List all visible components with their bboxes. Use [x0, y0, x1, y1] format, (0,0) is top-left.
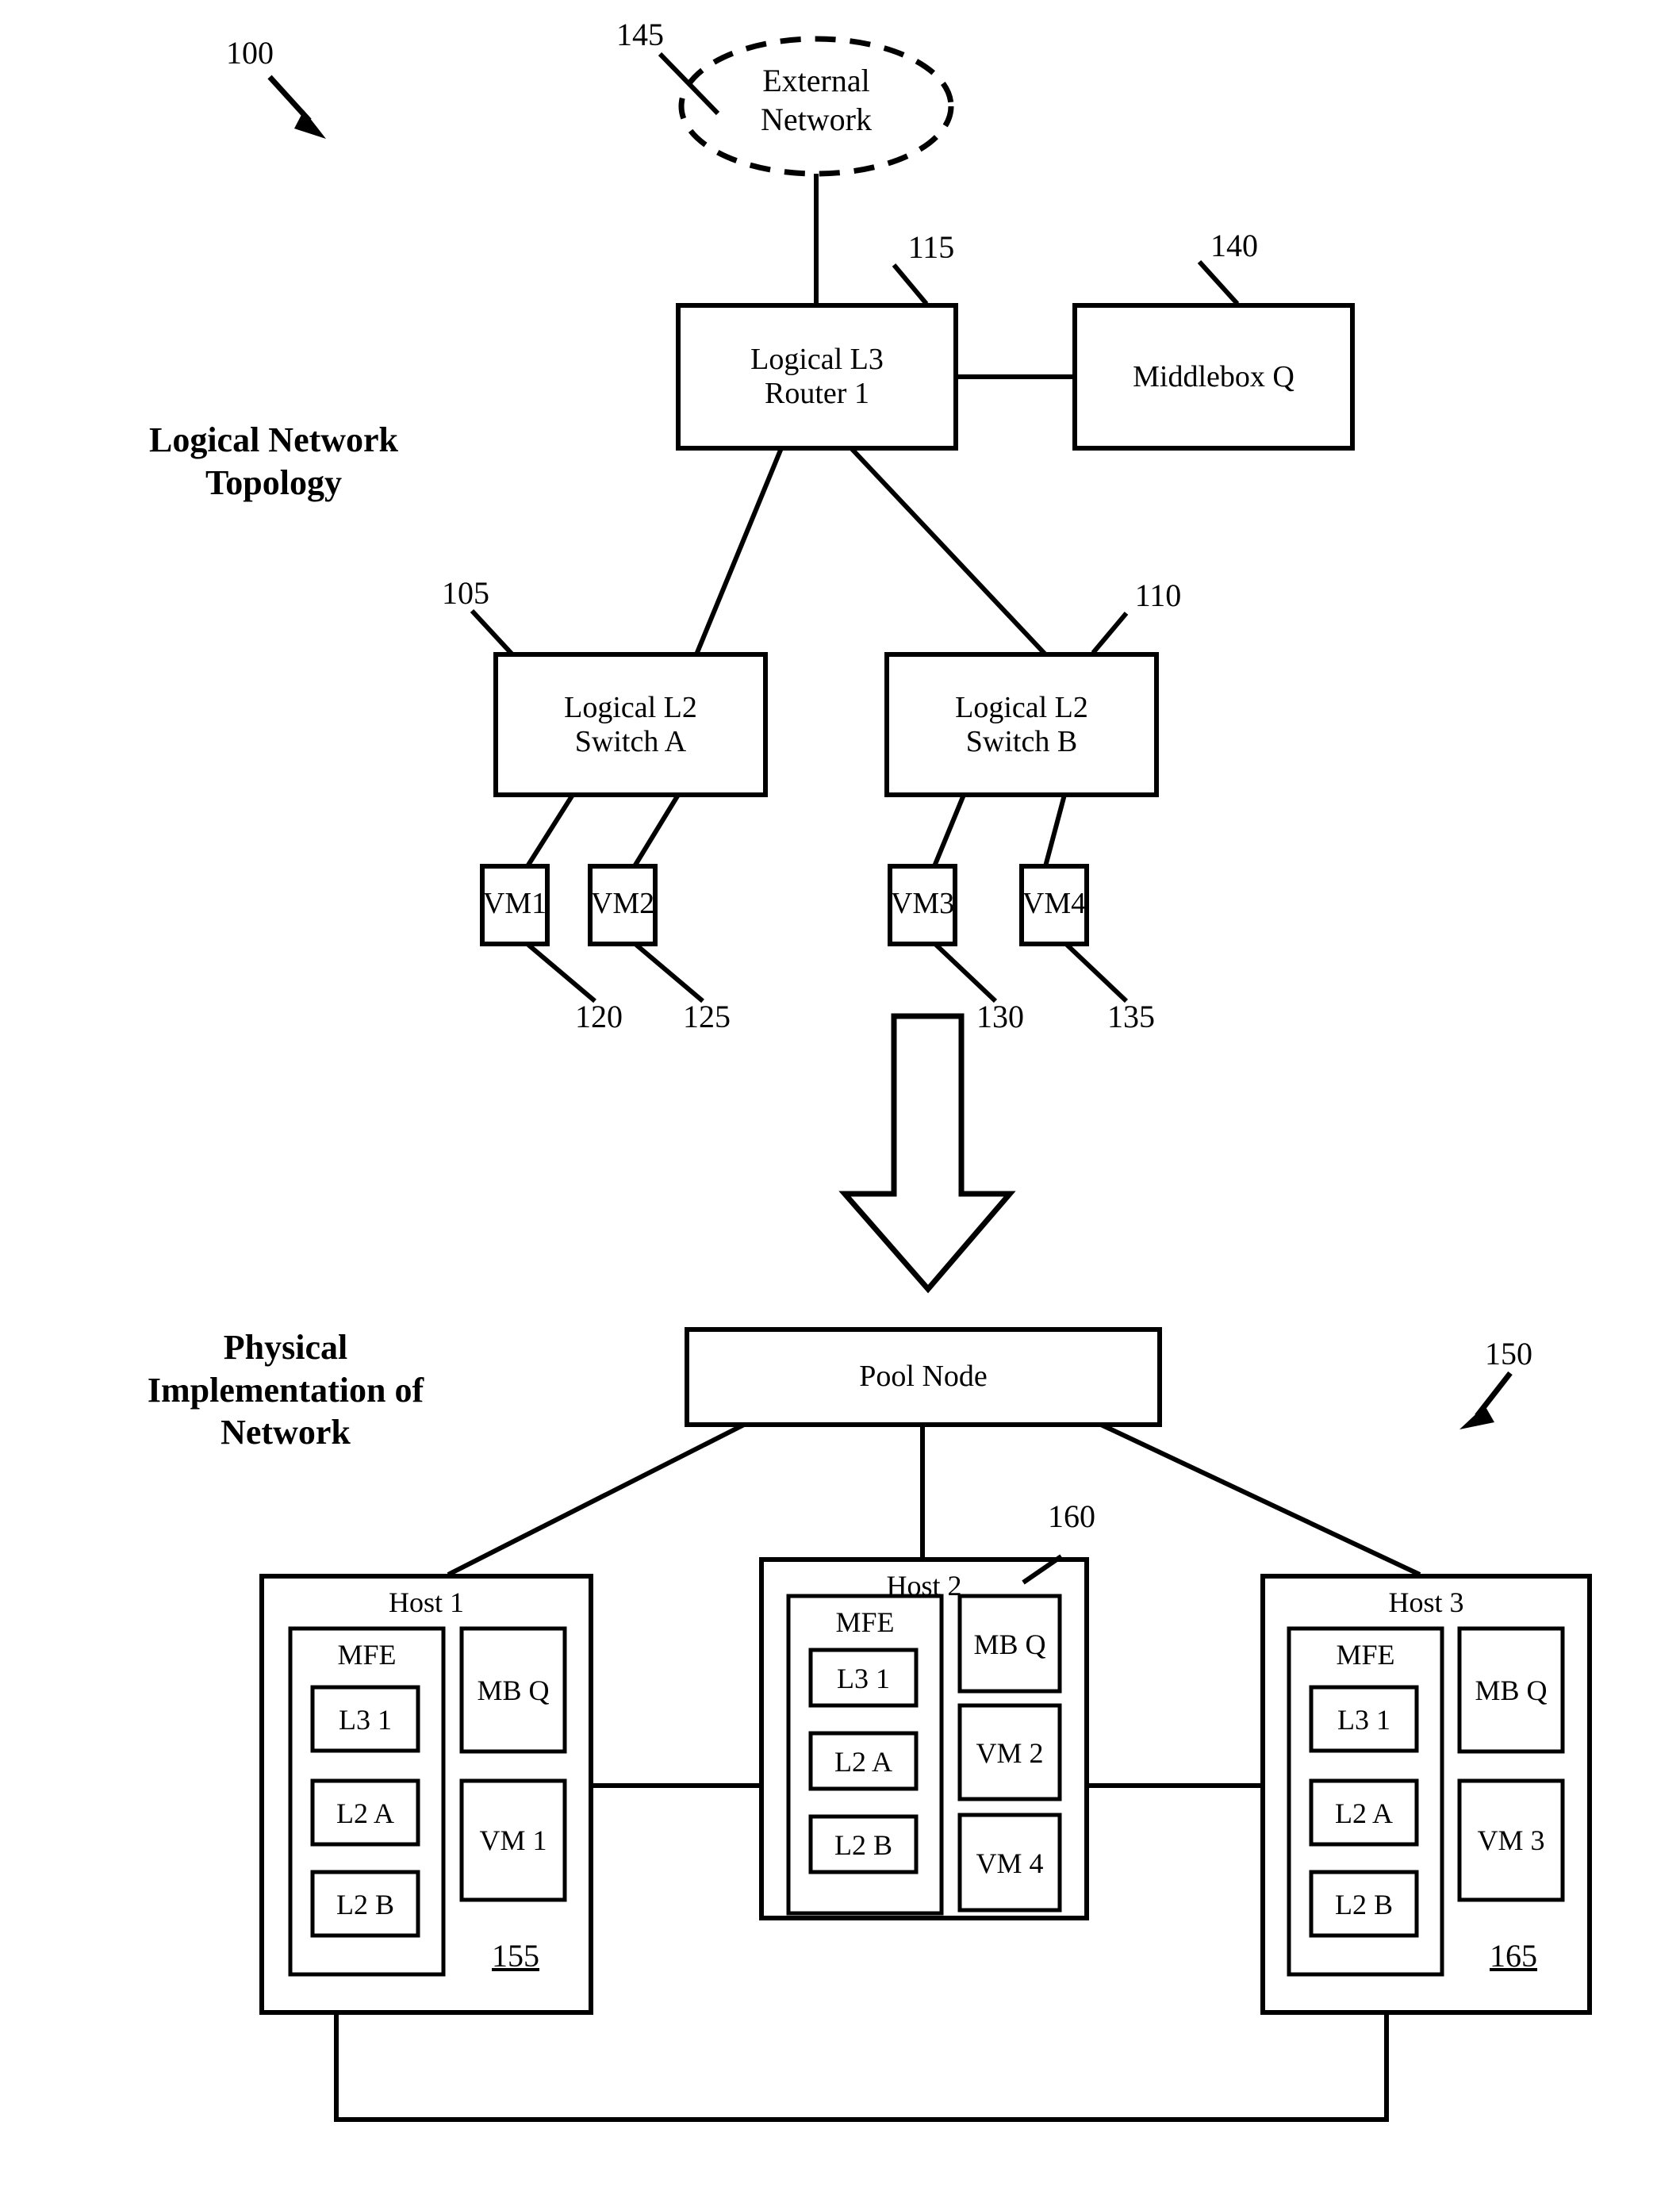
section-heading-physical: Physical Implementation of Network	[147, 1328, 424, 1452]
ref-115-leader	[892, 263, 929, 305]
host-2-mfe-element-label-l2-b: L2 B	[834, 1829, 892, 1861]
ref-140-label: 140	[1210, 228, 1258, 263]
diagram-canvas	[259, 36, 1592, 2122]
logical-l3-router-label: Logical L3 Router 1	[750, 343, 884, 410]
ref-145-label: 145	[616, 17, 664, 52]
middlebox-q-label: Middlebox Q	[1133, 360, 1295, 393]
host-2-mfe-element-label-l3-1: L3 1	[837, 1663, 890, 1694]
ref-125-label: 125	[683, 999, 731, 1034]
host-2-mfe-element-label-l2-a: L2 A	[834, 1746, 892, 1778]
host-3-mfe-element-label-l3-1: L3 1	[1337, 1704, 1390, 1736]
ref-100-label: 100	[226, 35, 274, 71]
host-3-mfe-element-label-l2-b: L2 B	[1334, 1889, 1393, 1920]
ref-105-leader	[470, 608, 514, 656]
host-1-mfe-element-label-l3-1: L3 1	[339, 1704, 392, 1736]
ref-150-arrow	[1459, 1371, 1513, 1429]
ref-155-label: 155	[492, 1938, 539, 1974]
ref-135-leader	[1064, 942, 1129, 1003]
pool-node-label: Pool Node	[859, 1360, 988, 1393]
vm4-label: VM4	[1022, 887, 1087, 920]
ref-165-label: 165	[1490, 1938, 1537, 1974]
vm2-label: VM2	[590, 887, 655, 920]
host-3-mfe-element-label-l2-a: L2 A	[1334, 1797, 1393, 1829]
ref-120-leader	[527, 942, 596, 1003]
host-2-title: Host 2	[886, 1570, 962, 1602]
link-pool-host3	[1099, 1422, 1421, 1577]
ref-130-label: 130	[976, 999, 1024, 1034]
vm1-label: VM1	[482, 887, 547, 920]
ref-140-leader	[1197, 259, 1240, 306]
link-pool-host1	[447, 1422, 746, 1577]
ref-110-label: 110	[1134, 577, 1182, 613]
ref-150-label: 150	[1485, 1336, 1532, 1372]
host-3-right-label-vm-3: VM 3	[1477, 1824, 1545, 1856]
host-1-title: Host 1	[388, 1586, 464, 1618]
host-1-right-label-mb-q: MB Q	[477, 1675, 550, 1706]
host-1-mfe-element-label-l2-b: L2 B	[336, 1889, 394, 1920]
ref-135-label: 135	[1107, 999, 1155, 1034]
ref-115-label: 115	[907, 229, 955, 265]
host-3-mfe-title: MFE	[1336, 1639, 1395, 1671]
vm3-label: VM3	[890, 887, 955, 920]
host-2-right-label-vm-4: VM 4	[976, 1847, 1044, 1879]
link-router-switch-b	[849, 446, 1048, 657]
ref-160-label: 160	[1048, 1498, 1095, 1534]
host-1-mfe-title: MFE	[337, 1639, 397, 1671]
transition-down-arrow	[838, 1013, 1016, 1294]
host-1-mfe-element-label-l2-a: L2 A	[336, 1797, 394, 1829]
ref-105-label: 105	[442, 575, 489, 611]
link-router-switch-a	[694, 447, 784, 656]
patent-figure: 100 Logical Network Topology Physical Im…	[0, 0, 1680, 2206]
logical-l2-switch-b-label: Logical L2 Switch B	[955, 691, 1088, 758]
ref-125-leader	[635, 942, 704, 1003]
ref-120-label: 120	[575, 999, 623, 1034]
section-heading-logical: Logical Network Topology	[148, 420, 399, 502]
host-2-right-label-vm-2: VM 2	[976, 1737, 1044, 1769]
link-host1-host3-bottom	[334, 2012, 1389, 2122]
ref-130-leader	[934, 942, 998, 1003]
ref-110-leader	[1091, 612, 1129, 654]
host-3-title: Host 3	[1388, 1586, 1464, 1618]
host-2-right-label-mb-q: MB Q	[973, 1629, 1046, 1660]
host-2-mfe-title: MFE	[835, 1606, 895, 1638]
host-3-right-label-mb-q: MB Q	[1475, 1675, 1548, 1706]
external-network-label: External Network	[761, 63, 872, 137]
host-1-right-label-vm-1: VM 1	[479, 1824, 547, 1856]
logical-l2-switch-a-label: Logical L2 Switch A	[564, 691, 697, 758]
link-switch-b-vm3	[932, 793, 966, 868]
link-switch-b-vm4	[1043, 794, 1067, 867]
link-switch-a-vm1	[525, 793, 575, 868]
link-switch-a-vm2	[632, 793, 681, 868]
ref-100-arrow	[267, 75, 326, 139]
